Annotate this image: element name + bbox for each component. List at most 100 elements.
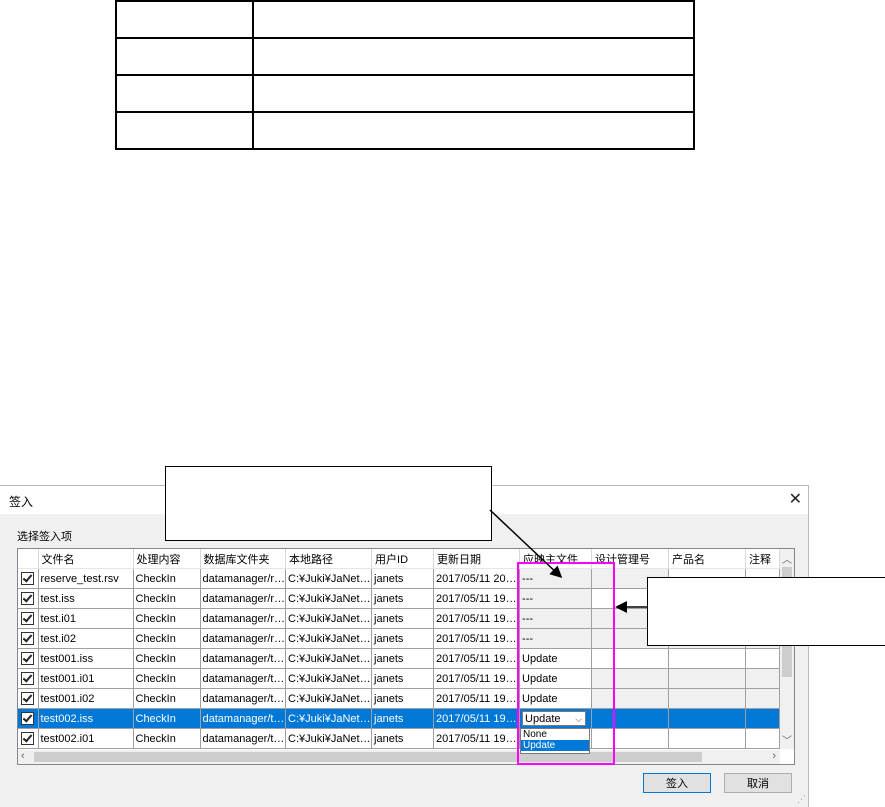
header-user-id[interactable]: 用户ID bbox=[371, 549, 435, 569]
annotation-callout-right bbox=[647, 577, 885, 646]
grid-header-row: 文件名 处理内容 数据库文件夹 本地路径 用户ID 更新日期 应映主文件 设计管… bbox=[18, 549, 781, 569]
cell-action: CheckIn bbox=[133, 588, 201, 609]
table-row[interactable]: test001.i01 CheckIn datamanager/t… C:¥Ju… bbox=[18, 668, 781, 689]
checkmark-icon[interactable] bbox=[21, 672, 35, 685]
checkmark-icon[interactable] bbox=[21, 732, 35, 745]
cell-update-date: 2017/05/11 19… bbox=[433, 608, 521, 629]
checkmark-icon[interactable] bbox=[21, 692, 35, 705]
dropdown-option[interactable]: None bbox=[521, 729, 589, 740]
cell-file-name: test002.i01 bbox=[38, 728, 134, 749]
cell-user-id: janets bbox=[371, 728, 435, 749]
cell-file-name: test001.i01 bbox=[38, 668, 134, 689]
checkmark-icon[interactable] bbox=[21, 572, 35, 585]
reference-cell bbox=[115, 111, 254, 150]
reference-cell bbox=[252, 74, 695, 113]
table-row[interactable]: test001.iss CheckIn datamanager/t… C:¥Ju… bbox=[18, 648, 781, 669]
cell-update-date: 2017/05/11 19… bbox=[433, 628, 521, 649]
cell-file-name: test.iss bbox=[38, 588, 134, 609]
row-checkbox[interactable] bbox=[18, 688, 39, 709]
cell-action: CheckIn bbox=[133, 628, 201, 649]
cell-db-folder: datamanager/r… bbox=[200, 628, 287, 649]
cell-update-date: 2017/05/11 19… bbox=[433, 708, 521, 729]
row-checkbox[interactable] bbox=[18, 608, 39, 629]
cell-comment[interactable] bbox=[745, 728, 781, 749]
row-checkbox[interactable] bbox=[18, 708, 39, 729]
reference-cell bbox=[115, 37, 254, 76]
row-checkbox[interactable] bbox=[18, 628, 39, 649]
resize-grip-icon[interactable]: ⋰ bbox=[797, 794, 806, 805]
cell-db-folder: datamanager/t… bbox=[200, 688, 287, 709]
cell-comment[interactable] bbox=[745, 708, 781, 729]
checkmark-icon[interactable] bbox=[21, 652, 35, 665]
cell-comment bbox=[745, 668, 781, 689]
cell-file-name: test001.i02 bbox=[38, 688, 134, 709]
table-row[interactable]: test002.i01 CheckIn datamanager/t… C:¥Ju… bbox=[18, 728, 781, 749]
cell-product-name[interactable] bbox=[668, 648, 747, 669]
reference-cell bbox=[252, 37, 695, 76]
scroll-up-icon[interactable]: ︿ bbox=[782, 551, 792, 566]
header-action[interactable]: 处理内容 bbox=[133, 549, 201, 569]
cell-local-path: C:¥Juki¥JaNet… bbox=[285, 628, 373, 649]
cell-action: CheckIn bbox=[133, 728, 201, 749]
cell-update-date: 2017/05/11 19… bbox=[433, 688, 521, 709]
checkin-button[interactable]: 签入 bbox=[643, 773, 711, 793]
cell-file-name: test001.iss bbox=[38, 648, 134, 669]
scroll-right-icon[interactable]: › bbox=[772, 750, 776, 762]
checkmark-icon[interactable] bbox=[21, 592, 35, 605]
header-product-name[interactable]: 产品名 bbox=[668, 549, 747, 569]
checkmark-icon[interactable] bbox=[21, 712, 35, 725]
header-db-folder[interactable]: 数据库文件夹 bbox=[200, 549, 287, 569]
close-icon[interactable]: ✕ bbox=[789, 489, 802, 509]
scroll-down-icon[interactable]: ﹀ bbox=[782, 732, 792, 747]
cell-local-path: C:¥Juki¥JaNet… bbox=[285, 728, 373, 749]
reference-cell bbox=[252, 0, 695, 39]
cell-local-path: C:¥Juki¥JaNet… bbox=[285, 588, 373, 609]
cell-local-path: C:¥Juki¥JaNet… bbox=[285, 708, 373, 729]
cell-comment[interactable] bbox=[745, 648, 781, 669]
scroll-left-icon[interactable]: ‹ bbox=[21, 750, 25, 762]
cell-action: CheckIn bbox=[133, 568, 201, 589]
dialog-title: 签入 bbox=[9, 495, 34, 509]
table-row-selected[interactable]: test002.iss CheckIn datamanager/t… C:¥Ju… bbox=[18, 708, 781, 729]
horizontal-scrollbar[interactable]: ‹ › bbox=[18, 750, 780, 764]
cell-db-folder: datamanager/t… bbox=[200, 668, 287, 689]
header-checkbox[interactable] bbox=[18, 549, 39, 569]
row-checkbox[interactable] bbox=[18, 588, 39, 609]
checkmark-icon[interactable] bbox=[21, 612, 35, 625]
header-local-path[interactable]: 本地路径 bbox=[285, 549, 373, 569]
row-checkbox[interactable] bbox=[18, 648, 39, 669]
cell-product-name bbox=[668, 688, 747, 709]
cell-action: CheckIn bbox=[133, 648, 201, 669]
cell-db-folder: datamanager/r… bbox=[200, 608, 287, 629]
cell-product-name[interactable] bbox=[668, 708, 747, 729]
header-comment[interactable]: 注释 bbox=[745, 549, 781, 569]
header-file-name[interactable]: 文件名 bbox=[38, 549, 134, 569]
select-items-label: 选择签入项 bbox=[17, 531, 72, 543]
checkmark-icon[interactable] bbox=[21, 632, 35, 645]
cell-local-path: C:¥Juki¥JaNet… bbox=[285, 648, 373, 669]
cell-db-folder: datamanager/r… bbox=[200, 588, 287, 609]
cell-db-folder: datamanager/t… bbox=[200, 708, 287, 729]
row-checkbox[interactable] bbox=[18, 728, 39, 749]
table-row[interactable]: test001.i02 CheckIn datamanager/t… C:¥Ju… bbox=[18, 688, 781, 709]
cell-action: CheckIn bbox=[133, 708, 201, 729]
reference-table-row bbox=[115, 0, 695, 39]
cell-product-name bbox=[668, 668, 747, 689]
cell-local-path: C:¥Juki¥JaNet… bbox=[285, 668, 373, 689]
cell-user-id: janets bbox=[371, 688, 435, 709]
header-update-date[interactable]: 更新日期 bbox=[433, 549, 521, 569]
cell-local-path: C:¥Juki¥JaNet… bbox=[285, 688, 373, 709]
reference-table bbox=[115, 0, 695, 150]
dropdown-option[interactable]: Update bbox=[521, 740, 589, 751]
cell-action: CheckIn bbox=[133, 688, 201, 709]
row-checkbox[interactable] bbox=[18, 668, 39, 689]
cell-action: CheckIn bbox=[133, 608, 201, 629]
reference-table-row bbox=[115, 37, 695, 76]
cell-user-id: janets bbox=[371, 568, 435, 589]
reference-cell bbox=[115, 0, 254, 39]
cell-update-date: 2017/05/11 19… bbox=[433, 648, 521, 669]
row-checkbox[interactable] bbox=[18, 568, 39, 589]
cell-file-name: test.i01 bbox=[38, 608, 134, 629]
cancel-button[interactable]: 取消 bbox=[724, 773, 792, 793]
cell-product-name[interactable] bbox=[668, 728, 747, 749]
